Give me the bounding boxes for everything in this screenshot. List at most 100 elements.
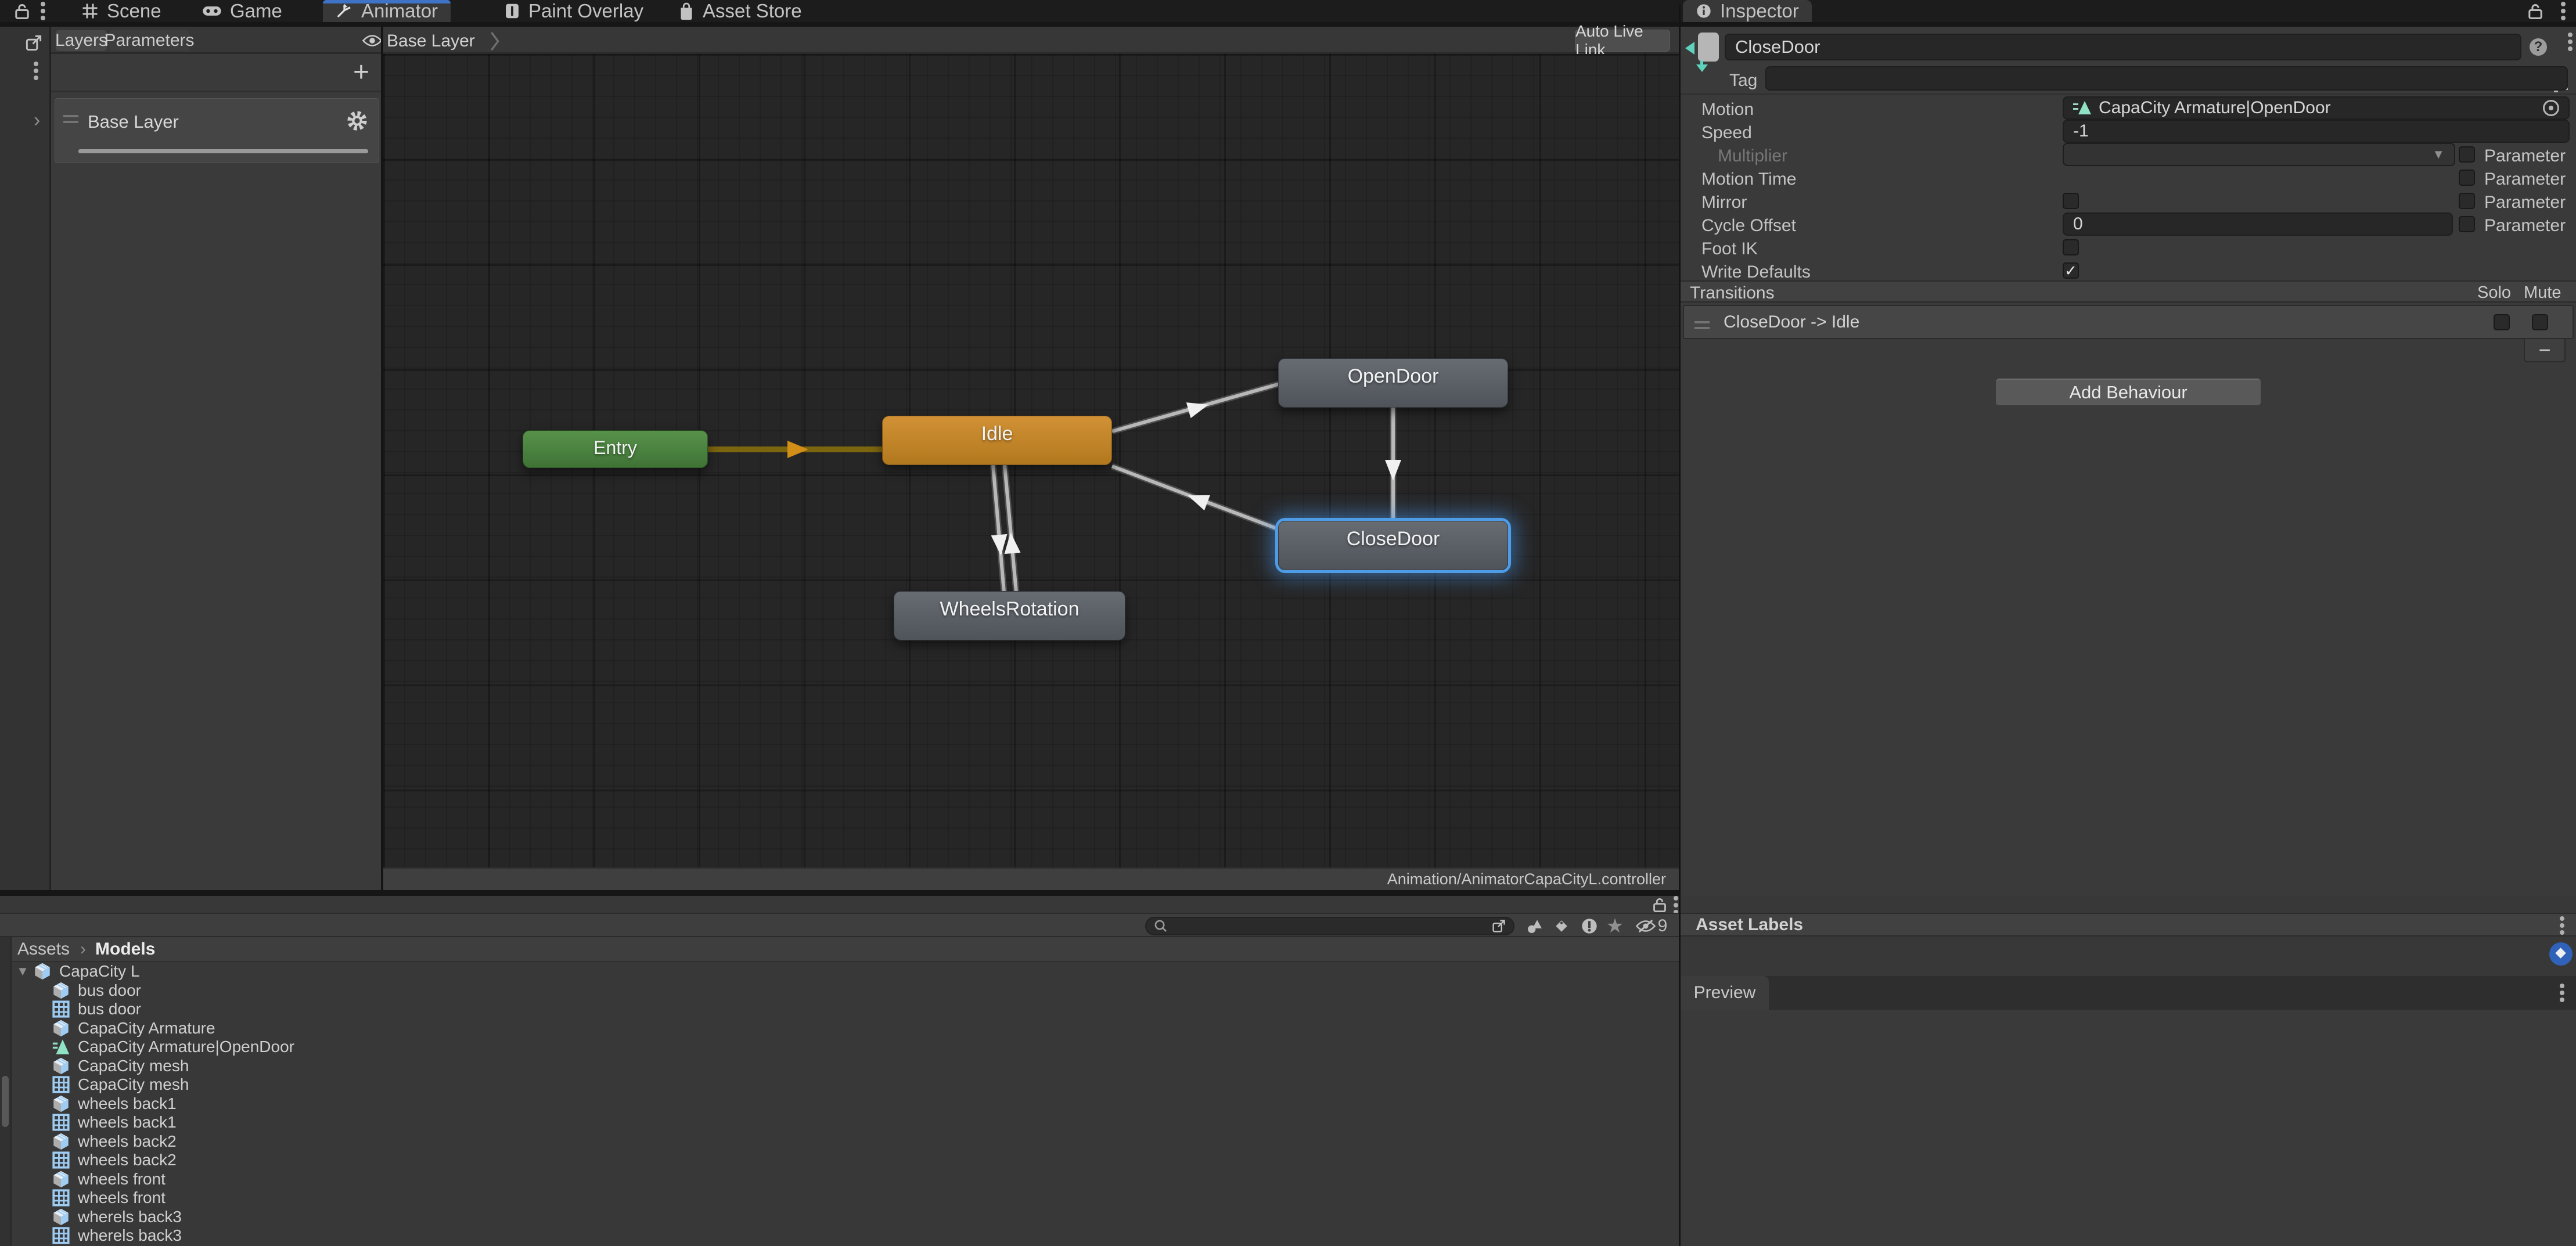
object-picker-icon[interactable] — [2543, 100, 2559, 116]
remove-transition-button[interactable]: − — [2524, 339, 2566, 362]
label-tag-icon — [1553, 917, 1570, 935]
transition-opendoor-to-closedoor[interactable] — [1385, 408, 1401, 522]
project-item[interactable]: bus door — [13, 1000, 1679, 1019]
tag-field[interactable] — [1765, 66, 2568, 91]
search-by-type-button[interactable] — [1521, 916, 1548, 936]
project-item[interactable]: CapaCity mesh — [13, 1057, 1679, 1076]
transition-closedoor-to-idle[interactable] — [1112, 466, 1284, 531]
motion-time-parameter-checkbox[interactable] — [2459, 170, 2475, 186]
project-item[interactable]: wheels back1 — [13, 1113, 1679, 1132]
popout-icon[interactable] — [24, 34, 43, 52]
open-search-window-icon[interactable] — [1491, 919, 1506, 934]
search-by-label-button[interactable] — [1548, 916, 1575, 936]
tab-label: Inspector — [1720, 0, 1799, 22]
project-item[interactable]: CapaCity mesh — [13, 1075, 1679, 1094]
transition-entry-to-idle[interactable] — [708, 441, 882, 458]
transition-mute-checkbox[interactable] — [2532, 314, 2548, 330]
foldout-caret-icon[interactable]: ▼ — [13, 964, 33, 979]
add-behaviour-button[interactable]: Add Behaviour — [1996, 379, 2261, 406]
tab-animator[interactable]: Animator — [323, 0, 451, 22]
hidden-packages-toggle[interactable]: 9 — [1627, 916, 1676, 936]
write-defaults-checkbox[interactable] — [2063, 262, 2079, 279]
multiplier-dropdown[interactable]: ▼ — [2063, 143, 2455, 166]
controller-path: Animation/AnimatorCapaCityL.controller — [1387, 870, 1666, 888]
project-item[interactable]: wheels back2 — [13, 1151, 1679, 1170]
animator-graph-canvas[interactable]: Entry Idle OpenDoor CloseDoor WheelsRota… — [383, 54, 1679, 867]
project-item[interactable]: CapaCity Armature — [13, 1019, 1679, 1038]
add-behaviour-label: Add Behaviour — [2069, 382, 2187, 403]
project-item[interactable]: CapaCity Armature|OpenDoor — [13, 1038, 1679, 1057]
graph-node-closedoor[interactable]: CloseDoor — [1278, 521, 1508, 570]
lock-icon[interactable] — [2527, 3, 2543, 20]
project-item[interactable]: wheels back2 — [13, 1132, 1679, 1151]
transition-list-item[interactable]: CloseDoor -> Idle — [1683, 305, 2574, 339]
search-by-import-log-button[interactable] — [1576, 916, 1603, 936]
graph-node-entry[interactable]: Entry — [523, 430, 708, 468]
favorites-star-icon[interactable]: ★ — [1602, 916, 1628, 936]
help-icon[interactable]: ? — [2530, 38, 2547, 56]
drag-handle-icon[interactable] — [1694, 321, 1710, 323]
graph-node-wheelsrotation[interactable]: WheelsRotation — [894, 591, 1125, 640]
gear-icon[interactable] — [346, 109, 369, 132]
project-item[interactable]: wheels front — [13, 1170, 1679, 1189]
lock-icon[interactable] — [1652, 898, 1667, 913]
asset-labels-menu-icon[interactable] — [2560, 923, 2564, 928]
breadcrumb[interactable]: Base Layer — [387, 31, 499, 51]
tab-preview[interactable]: Preview — [1681, 976, 1769, 1010]
eye-icon[interactable] — [362, 34, 382, 48]
transition-idle-to-opendoor[interactable] — [1112, 383, 1284, 431]
auto-live-link-button[interactable]: Auto Live Link — [1575, 30, 1670, 52]
rail-menu-icon[interactable] — [34, 69, 38, 73]
project-item[interactable]: wheels front — [13, 1189, 1679, 1208]
project-item[interactable]: wheels back1 — [13, 1094, 1679, 1114]
preview-content — [1681, 1010, 2576, 1246]
tab-label: Scene — [107, 0, 161, 22]
breadcrumb-root[interactable]: Assets — [17, 939, 70, 959]
exclamation-icon — [1580, 917, 1599, 935]
cycle-offset-parameter-checkbox[interactable] — [2459, 216, 2475, 232]
tab-paint-overlay[interactable]: Paint Overlay — [491, 0, 656, 22]
panel-menu-icon[interactable] — [2561, 9, 2566, 13]
mirror-parameter-checkbox[interactable] — [2459, 193, 2475, 209]
breadcrumb-current[interactable]: Models — [95, 939, 155, 959]
add-layer-button[interactable]: + — [353, 56, 369, 88]
tab-inspector[interactable]: Inspector — [1683, 0, 1812, 22]
tab-scene[interactable]: Scene — [69, 0, 174, 22]
tab-game[interactable]: Game — [189, 0, 295, 22]
mirror-checkbox[interactable] — [2063, 193, 2079, 209]
multiplier-parameter-checkbox[interactable] — [2459, 146, 2475, 163]
scrollbar-thumb[interactable] — [2, 1076, 9, 1127]
graph-node-idle[interactable]: Idle — [882, 416, 1112, 465]
drag-handle-icon[interactable] — [63, 115, 78, 117]
panel-menu-icon[interactable] — [1674, 903, 1678, 908]
project-item[interactable]: bus door — [13, 981, 1679, 1000]
expand-chevron-icon[interactable]: › — [34, 109, 40, 132]
foot-ik-label: Foot IK — [1701, 239, 1758, 259]
layer-weight-bar[interactable] — [78, 149, 368, 153]
project-item[interactable]: wherels back3 — [13, 1208, 1679, 1227]
foot-ik-checkbox[interactable] — [2063, 239, 2079, 255]
transition-solo-checkbox[interactable] — [2494, 314, 2510, 330]
layer-item-base-layer[interactable]: Base Layer — [55, 98, 379, 163]
project-item[interactable]: ▼ CapaCity L — [13, 962, 1679, 981]
type-filter-icon — [1526, 917, 1544, 935]
tab-asset-store[interactable]: Asset Store — [665, 0, 815, 22]
cycle-offset-field[interactable]: 0 — [2063, 213, 2453, 236]
tab-parameters[interactable]: Parameters — [109, 30, 189, 51]
label-tag-button[interactable] — [2549, 942, 2573, 966]
tab-label: Game — [230, 0, 282, 22]
graph-node-opendoor[interactable]: OpenDoor — [1278, 358, 1508, 408]
project-item[interactable]: wherels back3 — [13, 1226, 1679, 1245]
motion-value: CapaCity Armature|OpenDoor — [2099, 98, 2536, 118]
inspector-menu-icon[interactable] — [2568, 39, 2573, 44]
panel-menu-icon[interactable] — [41, 9, 45, 13]
asset-type-icon — [51, 1207, 71, 1227]
lock-icon[interactable] — [14, 3, 30, 20]
state-name-field[interactable]: CloseDoor — [1725, 34, 2521, 60]
search-input[interactable] — [1145, 917, 1514, 935]
panel-divider[interactable] — [381, 27, 383, 890]
speed-field[interactable]: -1 — [2063, 120, 2570, 143]
motion-field[interactable]: CapaCity Armature|OpenDoor — [2063, 96, 2570, 120]
tab-layers[interactable]: Layers — [56, 30, 107, 51]
preview-menu-icon[interactable] — [2560, 991, 2564, 995]
